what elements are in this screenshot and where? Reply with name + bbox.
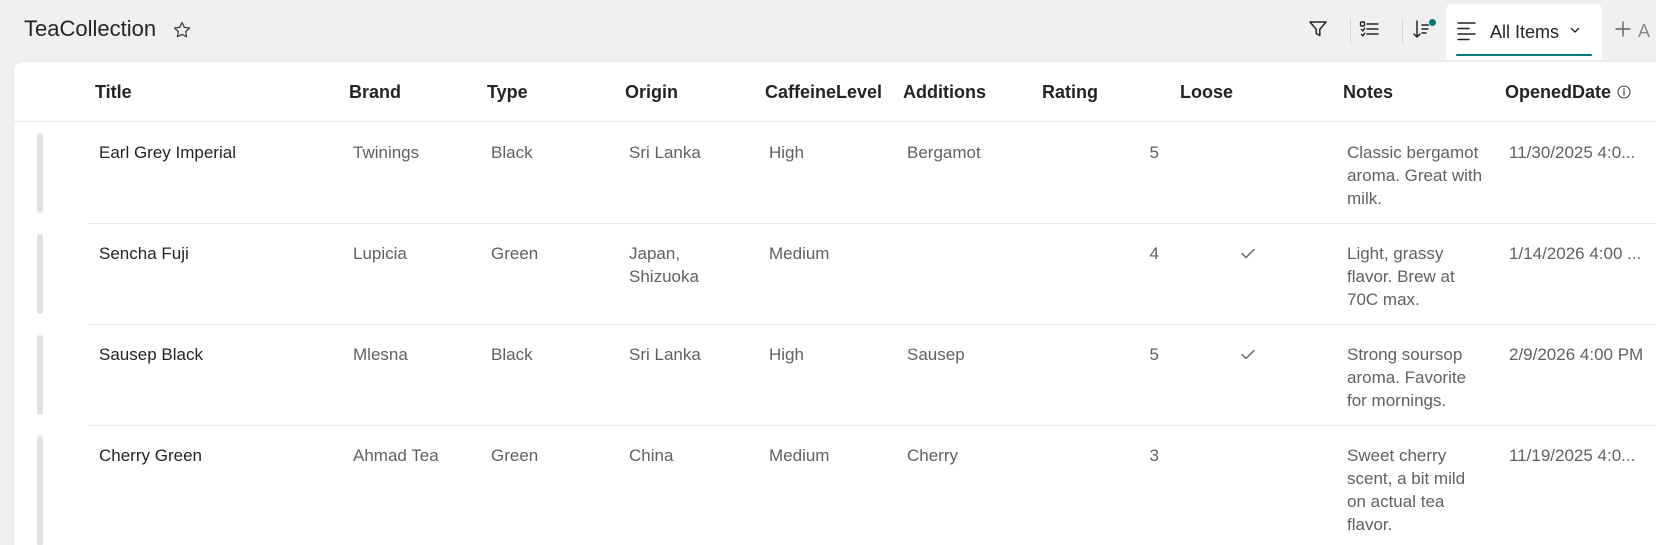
sort-button[interactable] [1405, 14, 1439, 48]
cell-rating: 4 [1149, 244, 1159, 263]
column-header-notes[interactable]: Notes [1343, 62, 1393, 122]
cell-notes: Strong soursop aroma. Favorite for morni… [1347, 345, 1467, 410]
column-header-type[interactable]: Type [487, 62, 528, 122]
column-header-opened[interactable]: OpenedDate [1505, 62, 1631, 122]
sort-active-indicator [1428, 18, 1437, 27]
chevron-down-icon [1569, 23, 1581, 41]
plus-icon [1614, 20, 1632, 43]
star-icon[interactable] [172, 20, 194, 42]
cell-origin: Sri Lanka [629, 345, 701, 364]
cell-notes: Classic bergamot aroma. Great with milk. [1347, 143, 1483, 208]
column-header-rating[interactable]: Rating [1042, 62, 1098, 122]
cell-type: Black [491, 345, 533, 364]
row-selection-handle[interactable] [37, 234, 43, 314]
view-selector[interactable]: All Items [1446, 4, 1602, 60]
cell-caffeine: Medium [769, 244, 830, 263]
cell-title[interactable]: Sencha Fuji [99, 242, 189, 265]
cell-rating: 5 [1149, 143, 1159, 162]
filter-icon [1307, 18, 1329, 45]
cell-opened-date: 11/19/2025 4:0... [1509, 446, 1636, 465]
table-row[interactable]: Sausep Black Mlesna Black Sri Lanka High… [14, 325, 1656, 426]
cell-brand: Twinings [353, 143, 420, 162]
cell-opened-date: 11/30/2025 4:0... [1509, 143, 1636, 162]
active-view-indicator [1456, 54, 1592, 56]
cell-origin: China [629, 446, 674, 465]
cell-notes: Light, grassy flavor. Brew at 70C max. [1347, 244, 1455, 309]
cell-additions: Bergamot [907, 143, 981, 162]
cell-caffeine: Medium [769, 446, 830, 465]
row-selection-handle[interactable] [37, 436, 43, 545]
cell-title[interactable]: Cherry Green [99, 444, 202, 467]
cell-notes: Sweet cherry scent, a bit mild on actual… [1347, 446, 1466, 534]
cell-title[interactable]: Sausep Black [99, 343, 203, 366]
column-header-caffeine[interactable]: CaffeineLevel [765, 62, 882, 122]
view-label: All Items [1490, 21, 1560, 42]
cell-additions: Sausep [907, 345, 965, 364]
add-view-label: A [1638, 20, 1651, 41]
cell-origin: Japan, Shizuoka [629, 244, 699, 286]
command-bar: TeaCollection All Items A [0, 0, 1656, 62]
filter-button[interactable] [1301, 14, 1335, 48]
list-title: TeaCollection [24, 16, 157, 41]
cell-brand: Lupicia [353, 244, 407, 263]
cell-opened-date: 1/14/2026 4:00 ... [1509, 244, 1642, 263]
row-selection-handle[interactable] [37, 133, 43, 213]
lines-icon [1456, 19, 1478, 46]
column-header-additions[interactable]: Additions [903, 62, 986, 122]
toolbar-divider [1402, 18, 1403, 44]
group-by-button[interactable] [1352, 14, 1386, 48]
add-view-button[interactable]: A [1614, 18, 1650, 44]
table-row[interactable]: Sencha Fuji Lupicia Green Japan, Shizuok… [14, 224, 1656, 325]
column-header-brand[interactable]: Brand [349, 62, 401, 122]
table-row[interactable]: Cherry Green Ahmad Tea Green China Mediu… [14, 426, 1656, 545]
cell-title[interactable]: Earl Grey Imperial [99, 141, 236, 164]
table-row[interactable]: Earl Grey Imperial Twinings Black Sri La… [14, 123, 1656, 224]
row-selection-handle[interactable] [37, 335, 43, 415]
column-header-loose[interactable]: Loose [1180, 62, 1233, 122]
cell-brand: Ahmad Tea [353, 446, 439, 465]
cell-type: Green [491, 446, 539, 465]
cell-opened-date: 2/9/2026 4:00 PM [1509, 345, 1644, 364]
info-icon[interactable] [1617, 85, 1631, 99]
column-header-opened-label: OpenedDate [1505, 81, 1612, 102]
cell-caffeine: High [769, 143, 804, 162]
toolbar-divider [1350, 18, 1351, 44]
header-divider [14, 121, 1656, 122]
cell-origin: Sri Lanka [629, 143, 701, 162]
cell-type: Black [491, 143, 533, 162]
checkmark-icon [1239, 244, 1257, 268]
cell-caffeine: High [769, 345, 804, 364]
cell-additions: Cherry [907, 446, 959, 465]
cell-rating: 3 [1149, 446, 1159, 465]
cell-rating: 5 [1149, 345, 1159, 364]
column-header-origin[interactable]: Origin [625, 62, 678, 122]
checkmark-icon [1239, 345, 1257, 369]
column-header-title[interactable]: Title [95, 62, 132, 122]
list-grid: Title Brand Type Origin CaffeineLevel Ad… [14, 62, 1656, 545]
cell-type: Green [491, 244, 539, 263]
list-group-icon [1358, 18, 1380, 45]
cell-brand: Mlesna [353, 345, 408, 364]
